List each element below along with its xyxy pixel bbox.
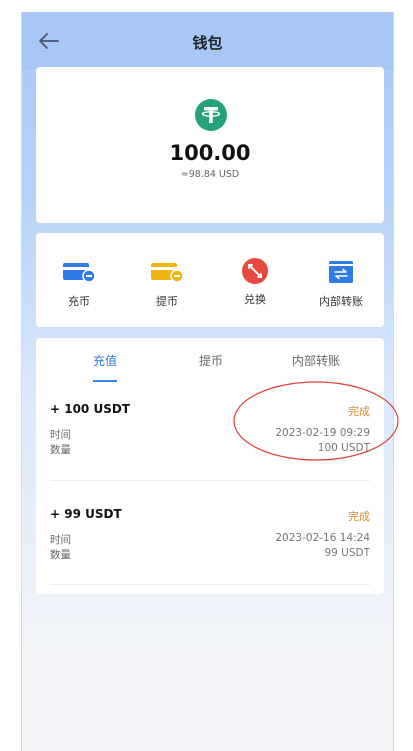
withdraw-card-icon (151, 263, 183, 283)
record-quantity: 100 USDT (317, 442, 370, 454)
page-title: 钱包 (192, 34, 223, 52)
internal-transfer-label: 内部转账 (319, 295, 363, 308)
exchange-button[interactable]: 兑换 (212, 258, 298, 307)
time-label: 时间 (50, 534, 71, 546)
exchange-icon (242, 258, 268, 284)
deposit-label: 充币 (68, 295, 90, 308)
record-amount: + 99 USDT (50, 507, 122, 521)
balance-usd-equivalent: ≈98.84 USD (180, 169, 240, 180)
history-card: 充值 提币 内部转账 + 100 USDT 完成 时间 2023-02-19 0… (36, 338, 384, 594)
divider (50, 480, 370, 481)
tab-recharge[interactable]: 充值 (80, 352, 130, 369)
exchange-label: 兑换 (244, 293, 266, 306)
record-quantity: 99 USDT (324, 547, 370, 559)
deposit-button[interactable]: 充币 (36, 261, 122, 309)
internal-transfer-button[interactable]: 内部转账 (298, 261, 384, 309)
balance-card: 100.00 ≈98.84 USD (36, 67, 384, 223)
transfer-icon (329, 261, 353, 283)
balance-amount: 100.00 (169, 141, 251, 165)
quantity-label: 数量 (50, 549, 71, 561)
record-time: 2023-02-16 14:24 (275, 532, 370, 544)
tether-usdt-icon (195, 99, 227, 131)
record-amount: + 100 USDT (50, 402, 130, 416)
divider (50, 584, 370, 585)
tab-internal-transfer[interactable]: 内部转账 (284, 352, 348, 369)
phone-screen: 钱包 100.00 ≈98.84 USD 充币 提币 兑换 内部转账 充值 提币… (21, 12, 394, 751)
record-time: 2023-02-19 09:29 (275, 427, 370, 439)
tab-withdraw[interactable]: 提币 (186, 352, 236, 369)
deposit-card-icon (63, 263, 95, 283)
actions-card: 充币 提币 兑换 内部转账 (36, 233, 384, 327)
time-label: 时间 (50, 429, 71, 441)
active-tab-indicator (93, 380, 117, 382)
withdraw-button[interactable]: 提币 (124, 261, 210, 309)
top-bar: 钱包 (22, 12, 393, 70)
quantity-label: 数量 (50, 444, 71, 456)
status-badge: 完成 (348, 405, 370, 418)
withdraw-label: 提币 (156, 295, 178, 308)
status-badge: 完成 (348, 510, 370, 523)
